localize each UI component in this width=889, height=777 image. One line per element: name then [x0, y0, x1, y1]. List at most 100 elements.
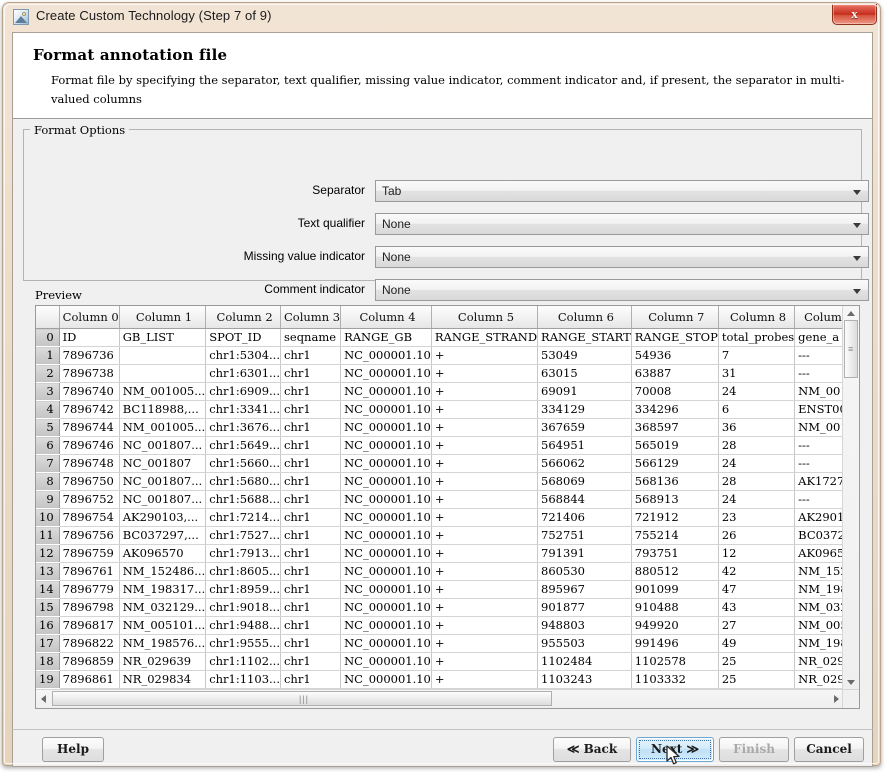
table-cell[interactable]: 7896742 [59, 401, 119, 419]
table-cell[interactable]: NM_032 [795, 599, 844, 617]
table-cell[interactable]: chr1:6909... [206, 383, 281, 401]
table-cell[interactable]: 26 [718, 527, 794, 545]
table-cell[interactable]: 793751 [631, 545, 718, 563]
table-cell[interactable]: RANGE_GB [341, 329, 432, 347]
table-cell[interactable]: BC0372 [795, 527, 844, 545]
table-cell[interactable]: 7896754 [59, 509, 119, 527]
row-header-17[interactable]: 17 [36, 635, 59, 653]
table-cell[interactable]: NC_000001.10 [341, 617, 432, 635]
table-cell[interactable]: + [431, 347, 537, 365]
table-row[interactable]: 177896822NM_198576...chr1:9555...chr1NC_… [36, 635, 844, 653]
table-cell[interactable]: 948803 [538, 617, 632, 635]
table-cell[interactable]: chr1:9555... [206, 635, 281, 653]
row-header-19[interactable]: 19 [36, 671, 59, 689]
table-cell[interactable]: 564951 [538, 437, 632, 455]
table-cell[interactable]: AK1727 [795, 473, 844, 491]
table-row[interactable]: 167896817NM_005101...chr1:9488...chr1NC_… [36, 617, 844, 635]
table-cell[interactable]: 1102578 [631, 653, 718, 671]
table-cell[interactable]: 31 [718, 365, 794, 383]
table-cell[interactable]: chr1 [280, 419, 340, 437]
table-cell[interactable]: NC_000001.10 [341, 473, 432, 491]
table-cell[interactable]: + [431, 383, 537, 401]
table-cell[interactable]: NC_001807 [119, 455, 205, 473]
table-cell[interactable]: chr1 [280, 455, 340, 473]
table-cell[interactable]: NM_001 [795, 419, 844, 437]
column-header-3[interactable]: Column 3 [280, 306, 340, 329]
table-row[interactable]: 0IDGB_LISTSPOT_IDseqnameRANGE_GBRANGE_ST… [36, 329, 844, 347]
table-cell[interactable]: RANGE_STOP [631, 329, 718, 347]
table-cell[interactable]: NM_152486... [119, 563, 205, 581]
table-cell[interactable]: chr1 [280, 347, 340, 365]
table-cell[interactable]: chr1:5688... [206, 491, 281, 509]
table-cell[interactable]: 910488 [631, 599, 718, 617]
table-row[interactable]: 127896759AK096570chr1:7913...chr1NC_0000… [36, 545, 844, 563]
table-cell[interactable]: 568913 [631, 491, 718, 509]
row-header-8[interactable]: 8 [36, 473, 59, 491]
table-row[interactable]: 77896748NC_001807chr1:5660...chr1NC_0000… [36, 455, 844, 473]
table-cell[interactable]: BC118988,... [119, 401, 205, 419]
table-cell[interactable]: 7 [718, 347, 794, 365]
row-header-9[interactable]: 9 [36, 491, 59, 509]
vertical-scrollbar-thumb[interactable]: ≡ [844, 320, 858, 378]
row-header-15[interactable]: 15 [36, 599, 59, 617]
help-button[interactable]: Help [42, 737, 104, 762]
table-cell[interactable]: 43 [718, 599, 794, 617]
table-cell[interactable]: chr1:7527... [206, 527, 281, 545]
table-cell[interactable]: chr1:9488... [206, 617, 281, 635]
table-cell[interactable]: + [431, 509, 537, 527]
table-cell[interactable]: chr1 [280, 527, 340, 545]
table-cell[interactable]: chr1:3676... [206, 419, 281, 437]
table-cell[interactable]: BC037297,... [119, 527, 205, 545]
table-cell[interactable]: NM_198 [795, 581, 844, 599]
scroll-right-arrow-icon[interactable] [834, 695, 839, 703]
table-row[interactable]: 197896861NR_029834chr1:1103...chr1NC_000… [36, 671, 844, 689]
table-cell[interactable]: NC_000001.10 [341, 581, 432, 599]
table-cell[interactable]: 901099 [631, 581, 718, 599]
table-cell[interactable]: NC_001807... [119, 491, 205, 509]
table-cell[interactable]: + [431, 365, 537, 383]
table-cell[interactable]: NC_000001.10 [341, 599, 432, 617]
table-cell[interactable]: NC_001807... [119, 437, 205, 455]
table-cell[interactable]: NC_000001.10 [341, 401, 432, 419]
row-header-2[interactable]: 2 [36, 365, 59, 383]
column-header-6[interactable]: Column 6 [538, 306, 632, 329]
table-cell[interactable]: 880512 [631, 563, 718, 581]
missing-value-indicator-dropdown[interactable]: None [375, 246, 869, 268]
table-cell[interactable]: NC_000001.10 [341, 365, 432, 383]
table-cell[interactable]: AK2901 [795, 509, 844, 527]
table-cell[interactable]: 368597 [631, 419, 718, 437]
table-cell[interactable]: 568136 [631, 473, 718, 491]
table-cell[interactable]: 24 [718, 383, 794, 401]
table-cell[interactable]: chr1 [280, 671, 340, 689]
table-row[interactable]: 157896798NM_032129...chr1:9018...chr1NC_… [36, 599, 844, 617]
table-cell[interactable]: 7896779 [59, 581, 119, 599]
table-cell[interactable] [119, 347, 205, 365]
table-cell[interactable]: chr1:5680... [206, 473, 281, 491]
table-cell[interactable]: NC_000001.10 [341, 491, 432, 509]
row-header-12[interactable]: 12 [36, 545, 59, 563]
table-cell[interactable]: GB_LIST [119, 329, 205, 347]
table-cell[interactable]: 568844 [538, 491, 632, 509]
table-row[interactable]: 187896859NR_029639chr1:1102...chr1NC_000… [36, 653, 844, 671]
table-row[interactable]: 97896752NC_001807...chr1:5688...chr1NC_0… [36, 491, 844, 509]
table-cell[interactable]: 25 [718, 671, 794, 689]
table-cell[interactable]: chr1 [280, 401, 340, 419]
table-cell[interactable]: 42 [718, 563, 794, 581]
table-cell[interactable]: 7896756 [59, 527, 119, 545]
table-cell[interactable]: 367659 [538, 419, 632, 437]
table-cell[interactable]: NM_001005... [119, 419, 205, 437]
table-cell[interactable]: --- [795, 347, 844, 365]
horizontal-scrollbar-thumb[interactable]: ||| [52, 691, 552, 706]
text-qualifier-dropdown[interactable]: None [375, 213, 869, 235]
table-cell[interactable]: 36 [718, 419, 794, 437]
scroll-down-arrow-icon[interactable] [847, 680, 855, 685]
row-header-18[interactable]: 18 [36, 653, 59, 671]
table-cell[interactable]: NM_032129... [119, 599, 205, 617]
table-cell[interactable]: 7896748 [59, 455, 119, 473]
table-cell[interactable]: 568069 [538, 473, 632, 491]
table-cell[interactable]: 7896798 [59, 599, 119, 617]
table-cell[interactable]: NM_001 [795, 383, 844, 401]
row-header-13[interactable]: 13 [36, 563, 59, 581]
table-cell[interactable]: 334296 [631, 401, 718, 419]
table-cell[interactable]: NM_198317... [119, 581, 205, 599]
